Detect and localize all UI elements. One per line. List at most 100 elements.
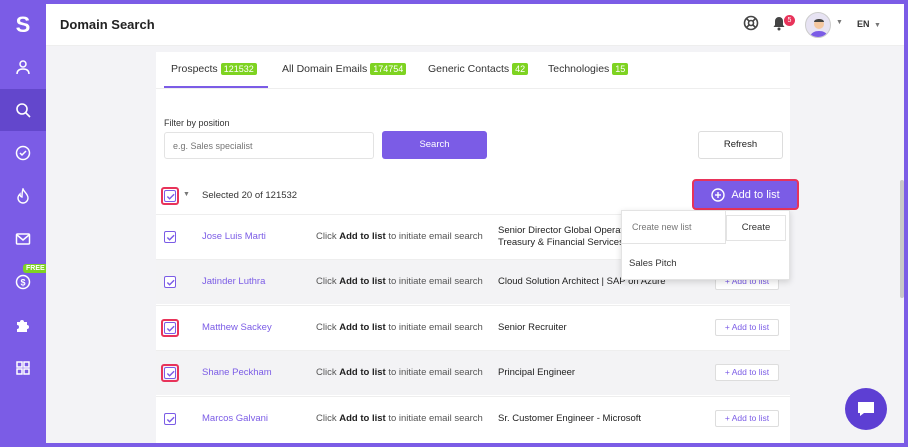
tabs-bar: Prospects 121532 All Domain Emails 174754 … xyxy=(156,52,790,89)
row-checkbox[interactable] xyxy=(164,322,176,334)
email-search-hint: Click Add to list to initiate email sear… xyxy=(316,413,483,424)
hint-prefix: Click xyxy=(316,322,340,333)
check-icon xyxy=(166,370,175,377)
check-icon xyxy=(166,193,175,200)
sidebar: S $ FREE xyxy=(0,0,48,447)
mail-icon xyxy=(15,233,31,245)
tab-label: Technologies xyxy=(548,63,610,75)
position-filter-input[interactable] xyxy=(164,132,374,159)
contact-name-link[interactable]: Matthew Sackey xyxy=(202,322,272,333)
tab-label: Prospects xyxy=(171,63,218,75)
add-to-list-main-button[interactable]: Add to list xyxy=(692,179,799,210)
tab-generic-contacts[interactable]: Generic Contacts 42 xyxy=(428,63,529,75)
hint-bold: Add to list xyxy=(339,367,386,378)
free-badge: FREE xyxy=(23,264,48,273)
tab-count-badge: 174754 xyxy=(370,63,407,75)
language-chevron-down-icon: ▼ xyxy=(872,22,881,29)
language-label: EN xyxy=(857,19,870,29)
add-to-list-button[interactable]: + Add to list xyxy=(715,364,779,381)
sidebar-item-campaigns[interactable] xyxy=(0,218,46,260)
hint-suffix: to initiate email search xyxy=(385,322,483,333)
tab-all-domain-emails[interactable]: All Domain Emails 174754 xyxy=(282,63,407,75)
refresh-button[interactable]: Refresh xyxy=(698,131,783,159)
lifebuoy-icon xyxy=(743,15,759,31)
check-icon xyxy=(166,325,175,332)
tab-count-badge: 15 xyxy=(612,63,629,75)
add-to-list-label: Add to list xyxy=(731,188,780,201)
sidebar-item-search[interactable] xyxy=(0,89,46,131)
grid-icon xyxy=(16,361,30,375)
sidebar-item-profile[interactable] xyxy=(0,46,46,88)
dollar-icon: $ xyxy=(15,274,31,290)
tab-count-badge: 42 xyxy=(512,63,529,75)
check-icon xyxy=(166,279,175,286)
select-options-chevron-down-icon[interactable]: ▼ xyxy=(183,191,190,198)
select-all-checkbox[interactable] xyxy=(164,190,176,202)
help-button[interactable] xyxy=(743,15,759,36)
sidebar-item-warmup[interactable] xyxy=(0,175,46,217)
check-icon xyxy=(166,234,175,241)
scrollbar[interactable] xyxy=(900,180,904,298)
add-to-list-button[interactable]: + Add to list xyxy=(715,319,779,336)
svg-text:$: $ xyxy=(20,278,25,288)
topbar: Domain Search 5 ▼ EN ▼ xyxy=(46,4,904,46)
avatar[interactable] xyxy=(805,12,831,38)
tab-label: Generic Contacts xyxy=(428,63,510,75)
email-search-hint: Click Add to list to initiate email sear… xyxy=(316,276,483,287)
row-checkbox[interactable] xyxy=(164,276,176,288)
user-icon xyxy=(16,60,30,75)
contact-name-link[interactable]: Jatinder Luthra xyxy=(202,276,265,287)
search-icon xyxy=(16,103,31,118)
page-title: Domain Search xyxy=(60,17,155,32)
hint-suffix: to initiate email search xyxy=(385,231,483,242)
tabs-divider xyxy=(156,88,790,89)
check-circle-icon xyxy=(15,145,31,161)
sidebar-item-verify[interactable] xyxy=(0,132,46,174)
contact-name-link[interactable]: Marcos Galvani xyxy=(202,413,268,424)
tab-prospects[interactable]: Prospects 121532 xyxy=(171,63,257,75)
row-checkbox[interactable] xyxy=(164,367,176,379)
table-row: Shane Peckham Click Add to list to initi… xyxy=(156,350,790,395)
table-row: Matthew Sackey Click Add to list to init… xyxy=(156,305,790,350)
selected-count-text: Selected 20 of 121532 xyxy=(202,190,298,201)
hint-suffix: to initiate email search xyxy=(385,276,483,287)
profile-chevron-down-icon[interactable]: ▼ xyxy=(836,19,843,26)
chat-icon xyxy=(858,402,874,416)
sidebar-item-integrations[interactable] xyxy=(0,304,46,346)
row-checkbox[interactable] xyxy=(164,413,176,425)
hint-prefix: Click xyxy=(316,367,340,378)
contact-name-link[interactable]: Shane Peckham xyxy=(202,367,272,378)
app-logo[interactable]: S xyxy=(0,8,46,42)
sidebar-item-apps[interactable] xyxy=(0,347,46,389)
hint-prefix: Click xyxy=(316,276,340,287)
email-search-hint: Click Add to list to initiate email sear… xyxy=(316,322,483,333)
hint-bold: Add to list xyxy=(339,413,386,424)
add-to-list-button[interactable]: + Add to list xyxy=(715,410,779,427)
list-option-sales-pitch[interactable]: Sales Pitch xyxy=(629,258,677,269)
hint-bold: Add to list xyxy=(339,231,386,242)
puzzle-icon xyxy=(17,320,29,332)
contact-position: Sr. Customer Engineer - Microsoft xyxy=(498,413,642,424)
contact-name-link[interactable]: Jose Luis Marti xyxy=(202,231,266,242)
search-button[interactable]: Search xyxy=(382,131,487,159)
hint-bold: Add to list xyxy=(339,276,386,287)
email-search-hint: Click Add to list to initiate email sear… xyxy=(316,231,483,242)
row-checkbox[interactable] xyxy=(164,231,176,243)
hint-prefix: Click xyxy=(316,231,340,242)
language-selector[interactable]: EN ▼ xyxy=(857,19,881,29)
chat-button[interactable] xyxy=(845,388,887,430)
check-icon xyxy=(166,416,175,423)
table-row: Marcos Galvani Click Add to list to init… xyxy=(156,396,790,441)
hint-bold: Add to list xyxy=(339,322,386,333)
tab-technologies[interactable]: Technologies 15 xyxy=(548,63,629,75)
add-to-list-dropdown: Create new list Create Sales Pitch xyxy=(621,210,790,280)
filter-label: Filter by position xyxy=(164,118,230,128)
flame-icon xyxy=(17,188,29,204)
hint-suffix: to initiate email search xyxy=(385,367,483,378)
create-list-button[interactable]: Create xyxy=(726,215,786,241)
email-search-hint: Click Add to list to initiate email sear… xyxy=(316,367,483,378)
notification-count-badge: 5 xyxy=(784,15,795,26)
hint-prefix: Click xyxy=(316,413,340,424)
hint-suffix: to initiate email search xyxy=(385,413,483,424)
new-list-input[interactable]: Create new list xyxy=(622,211,726,244)
